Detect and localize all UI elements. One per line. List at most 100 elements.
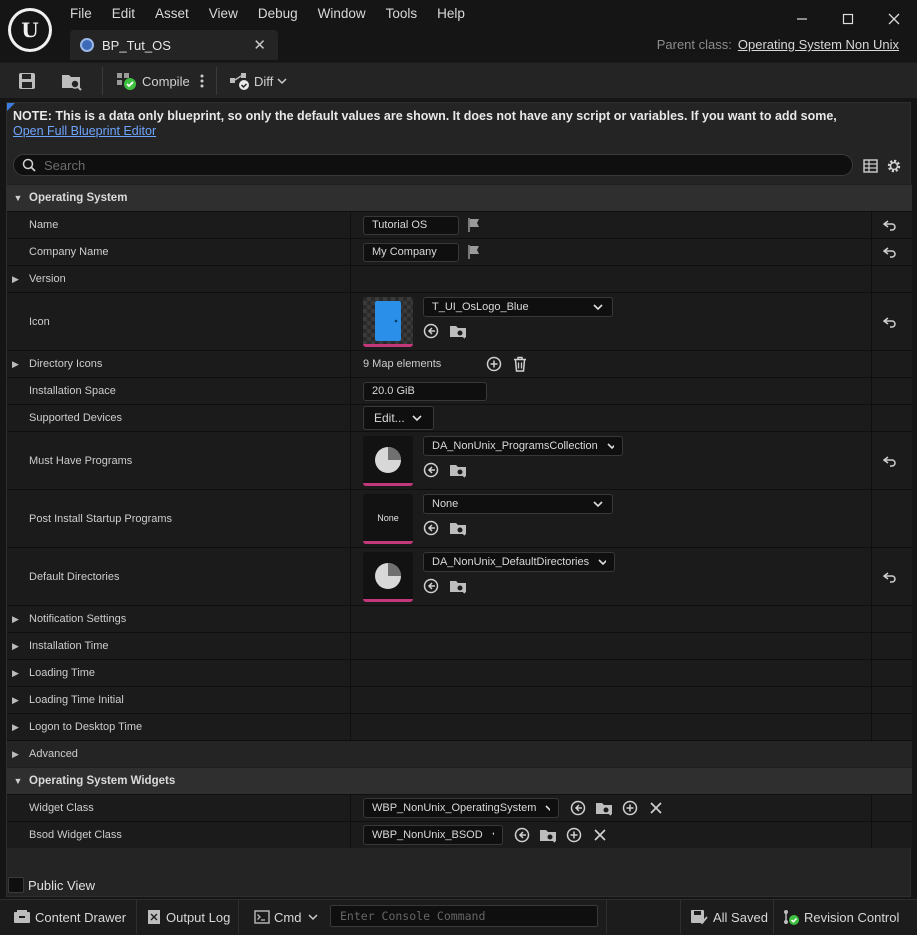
tab-close-icon[interactable]: ✕ xyxy=(253,36,266,54)
compile-button[interactable]: Compile xyxy=(116,63,190,99)
menu-help[interactable]: Help xyxy=(427,5,475,23)
property-label: Post Install Startup Programs xyxy=(29,512,173,525)
browse-class-icon[interactable] xyxy=(535,825,561,845)
collapsed-arrow-icon[interactable]: ▶ xyxy=(12,606,19,632)
category-operating-system-widgets[interactable]: ▼ Operating System Widgets xyxy=(7,767,912,794)
browse-asset-button[interactable] xyxy=(60,63,84,99)
collapsed-arrow-icon[interactable]: ▶ xyxy=(12,714,19,740)
property-row-advanced[interactable]: ▶ Advanced xyxy=(7,740,912,767)
cmd-selector[interactable]: Cmd xyxy=(254,900,319,934)
category-operating-system[interactable]: ▼ Operating System xyxy=(7,184,912,211)
browse-asset-icon[interactable] xyxy=(449,461,475,479)
add-element-icon[interactable] xyxy=(481,354,507,374)
console-input[interactable] xyxy=(331,906,597,926)
reset-to-default-icon[interactable] xyxy=(875,293,905,350)
menu-bar: File Edit Asset View Debug Window Tools … xyxy=(60,5,475,23)
icon-asset-dropdown[interactable]: T_UI_OsLogo_Blue xyxy=(423,297,613,317)
property-label: Installation Time xyxy=(29,640,109,652)
output-log-button[interactable]: Output Log xyxy=(147,900,230,934)
menu-edit[interactable]: Edit xyxy=(102,5,145,23)
property-row-logon-to-desktop-time[interactable]: ▶ Logon to Desktop Time xyxy=(7,713,912,740)
property-matrix-icon[interactable] xyxy=(858,157,882,175)
collapsed-arrow-icon[interactable]: ▶ xyxy=(12,687,19,713)
folder-search-icon xyxy=(62,75,82,91)
reset-to-default-icon[interactable] xyxy=(875,432,905,489)
open-full-editor-link[interactable]: Open Full Blueprint Editor xyxy=(13,124,156,138)
browse-class-icon[interactable] xyxy=(591,798,617,818)
supported-devices-edit-button[interactable]: Edit... xyxy=(363,406,434,430)
use-selected-asset-icon[interactable] xyxy=(423,519,449,537)
create-new-class-icon[interactable] xyxy=(617,798,643,818)
public-view-toggle[interactable]: Public View xyxy=(8,877,95,893)
collapsed-arrow-icon[interactable]: ▶ xyxy=(12,633,19,659)
search-tools xyxy=(858,157,906,175)
use-selected-class-icon[interactable] xyxy=(565,798,591,818)
delete-all-trash-icon[interactable] xyxy=(507,354,533,374)
icon-thumbnail[interactable] xyxy=(363,297,413,347)
clear-class-icon[interactable] xyxy=(643,798,669,818)
widget-class-dropdown[interactable]: WBP_NonUnix_OperatingSystem xyxy=(363,798,559,818)
menu-file[interactable]: File xyxy=(60,5,102,23)
property-row-notification-settings[interactable]: ▶ Notification Settings xyxy=(7,605,912,632)
search-input[interactable] xyxy=(44,157,804,173)
browse-asset-icon[interactable] xyxy=(449,322,475,340)
post-install-programs-dropdown[interactable]: None xyxy=(423,494,613,514)
diff-button[interactable]: Diff xyxy=(229,63,288,99)
compile-options-button[interactable] xyxy=(198,63,206,99)
name-field[interactable]: Tutorial OS xyxy=(363,215,459,235)
compile-label: Compile xyxy=(142,73,190,89)
property-row-loading-time-initial[interactable]: ▶ Loading Time Initial xyxy=(7,686,912,713)
collapsed-arrow-icon[interactable]: ▶ xyxy=(12,660,19,686)
use-selected-asset-icon[interactable] xyxy=(423,461,449,479)
all-saved-button[interactable]: All Saved xyxy=(690,900,768,934)
browse-asset-icon[interactable] xyxy=(449,519,475,537)
installation-space-field[interactable]: 20.0 GiB xyxy=(363,381,487,401)
save-button[interactable] xyxy=(17,63,37,99)
reset-to-default-icon[interactable] xyxy=(875,212,905,238)
collapsed-arrow-icon[interactable]: ▶ xyxy=(12,351,19,377)
unreal-logo-icon[interactable]: U xyxy=(8,8,52,52)
reset-to-default-icon[interactable] xyxy=(875,548,905,605)
reset-to-default-icon[interactable] xyxy=(875,239,905,265)
dropdown-value: None xyxy=(432,498,459,510)
blueprint-icon xyxy=(80,38,94,52)
collapsed-arrow-icon[interactable]: ▶ xyxy=(12,266,19,292)
default-directories-dropdown[interactable]: DA_NonUnix_DefaultDirectories xyxy=(423,552,615,572)
bsod-widget-class-dropdown[interactable]: WBP_NonUnix_BSOD xyxy=(363,825,503,845)
menu-debug[interactable]: Debug xyxy=(248,5,308,23)
menu-window[interactable]: Window xyxy=(308,5,376,23)
menu-asset[interactable]: Asset xyxy=(145,5,199,23)
public-view-checkbox[interactable] xyxy=(8,877,24,893)
create-new-class-icon[interactable] xyxy=(561,825,587,845)
must-have-programs-dropdown[interactable]: DA_NonUnix_ProgramsCollection xyxy=(423,436,623,456)
output-log-icon xyxy=(148,910,160,924)
browse-asset-icon[interactable] xyxy=(449,577,475,595)
menu-tools[interactable]: Tools xyxy=(376,5,428,23)
chevron-down-icon xyxy=(593,304,603,311)
property-row-version[interactable]: ▶ Version xyxy=(7,265,912,292)
collapsed-arrow-icon[interactable]: ▶ xyxy=(12,741,19,767)
parent-class-link[interactable]: Operating System Non Unix xyxy=(738,37,899,52)
close-window-icon[interactable] xyxy=(871,6,917,32)
clear-class-icon[interactable] xyxy=(587,825,613,845)
property-row-loading-time[interactable]: ▶ Loading Time xyxy=(7,659,912,686)
content-drawer-button[interactable]: Content Drawer xyxy=(13,900,126,934)
company-name-field[interactable]: My Company xyxy=(363,242,459,262)
settings-gear-icon[interactable] xyxy=(882,157,906,175)
tab-bp-tut-os[interactable]: BP_Tut_OS ✕ xyxy=(70,30,278,60)
use-selected-asset-icon[interactable] xyxy=(423,322,449,340)
minimize-icon[interactable] xyxy=(779,6,825,32)
property-label: Version xyxy=(29,273,66,285)
use-selected-class-icon[interactable] xyxy=(509,825,535,845)
property-row-name: Name Tutorial OS xyxy=(7,211,912,238)
menu-view[interactable]: View xyxy=(199,5,248,23)
tab-title: BP_Tut_OS xyxy=(102,37,171,53)
data-asset-thumbnail[interactable] xyxy=(363,552,413,602)
revision-control-button[interactable]: Revision Control xyxy=(782,900,899,934)
data-asset-thumbnail[interactable] xyxy=(363,436,413,486)
empty-asset-thumbnail[interactable]: None xyxy=(363,494,413,544)
property-row-installation-time[interactable]: ▶ Installation Time xyxy=(7,632,912,659)
use-selected-asset-icon[interactable] xyxy=(423,577,449,595)
maximize-icon[interactable] xyxy=(825,6,871,32)
property-label: Name xyxy=(29,219,59,231)
